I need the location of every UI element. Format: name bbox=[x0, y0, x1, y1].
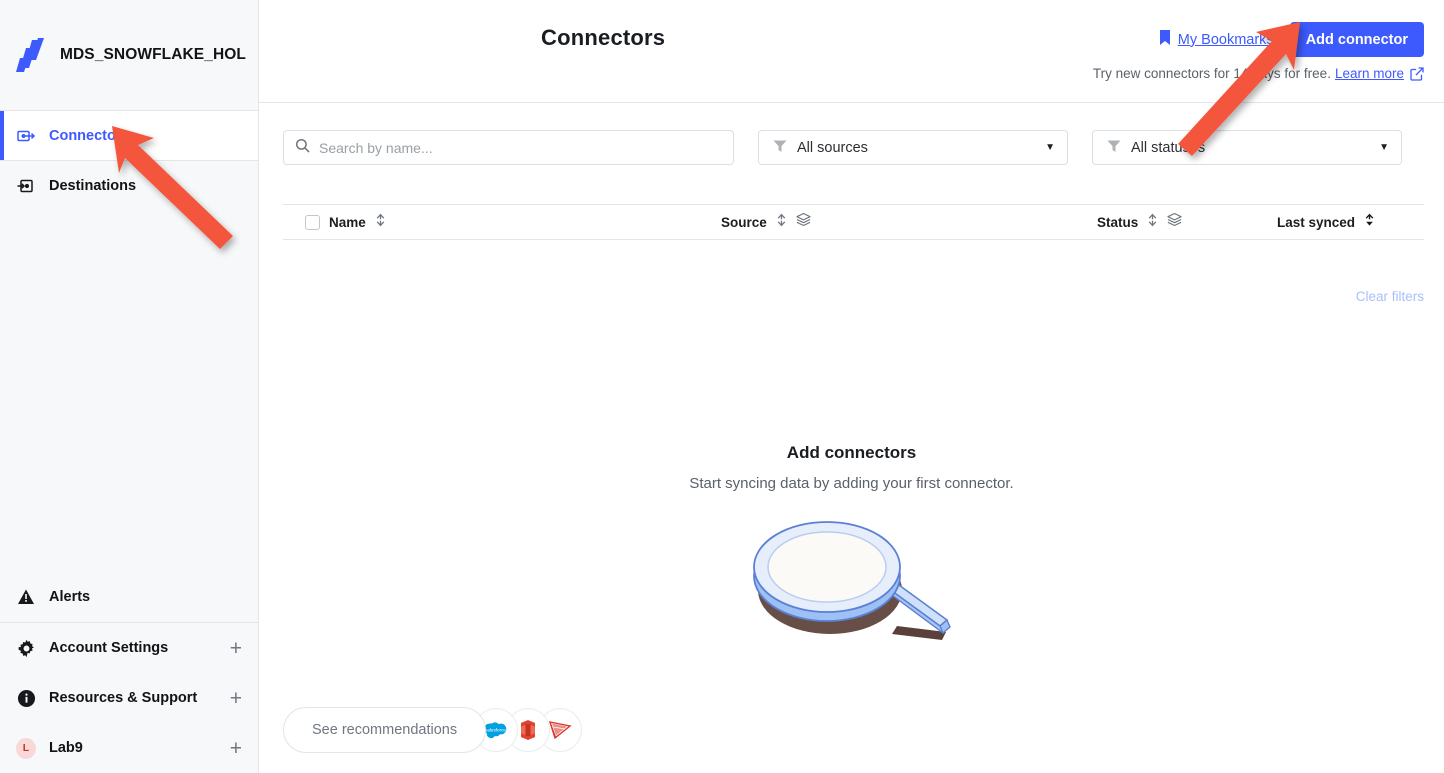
svg-text:salesforce: salesforce bbox=[485, 727, 506, 732]
sidebar-item-alerts[interactable]: Alerts bbox=[0, 572, 258, 622]
info-icon bbox=[16, 688, 36, 708]
trial-text: Try new connectors for 14 days for free. bbox=[1092, 66, 1331, 81]
column-header-source[interactable]: Source bbox=[721, 212, 811, 232]
app-root: MDS_SNOWFLAKE_HOL Connectors Destination… bbox=[0, 0, 1444, 773]
sources-filter-dropdown[interactable]: All sources ▼ bbox=[758, 130, 1068, 165]
see-recommendations-button[interactable]: See recommendations bbox=[283, 707, 487, 753]
statuses-filter-label: All statuses bbox=[1131, 139, 1206, 156]
brand-header[interactable]: MDS_SNOWFLAKE_HOL bbox=[0, 0, 258, 110]
select-all-checkbox[interactable] bbox=[305, 214, 320, 230]
statuses-filter-dropdown[interactable]: All statuses ▼ bbox=[1092, 130, 1402, 165]
filter-icon bbox=[1107, 139, 1121, 157]
add-connector-button[interactable]: Add connector bbox=[1289, 22, 1424, 57]
sidebar-item-destinations[interactable]: Destinations bbox=[0, 161, 258, 211]
search-input[interactable] bbox=[319, 139, 733, 156]
expand-plus-icon[interactable]: + bbox=[230, 638, 242, 659]
alert-triangle-icon bbox=[16, 587, 36, 607]
avatar: L bbox=[16, 737, 36, 759]
page-title: Connectors bbox=[541, 25, 666, 50]
column-header-name[interactable]: Name bbox=[305, 213, 386, 232]
sidebar-item-label: Resources & Support bbox=[49, 690, 198, 706]
connector-icon bbox=[16, 126, 36, 146]
sidebar-item-label: Connectors bbox=[49, 127, 130, 144]
external-link-icon[interactable] bbox=[1410, 66, 1424, 81]
workspace-name: MDS_SNOWFLAKE_HOL bbox=[60, 46, 246, 63]
empty-state-title: Add connectors bbox=[786, 443, 917, 462]
empty-state: Add connectors Start syncing data by add… bbox=[259, 443, 1444, 649]
sidebar-nav-secondary: Account Settings + Resources & Support +… bbox=[0, 623, 258, 773]
sidebar: MDS_SNOWFLAKE_HOL Connectors Destination… bbox=[0, 0, 259, 773]
sort-icon[interactable] bbox=[375, 213, 386, 232]
sidebar-item-account-settings[interactable]: Account Settings + bbox=[0, 623, 258, 673]
page-header: Connectors My Bookmarks Add connector Tr… bbox=[259, 0, 1444, 103]
sidebar-nav-primary: Connectors Destinations bbox=[0, 110, 258, 211]
content-body: All sources ▼ All statuses ▼ Clear filte… bbox=[259, 103, 1444, 773]
empty-state-subtitle: Start syncing data by adding your first … bbox=[689, 475, 1014, 492]
chevron-down-icon: ▼ bbox=[1045, 142, 1055, 153]
sort-icon[interactable] bbox=[776, 213, 787, 232]
column-label: Last synced bbox=[1277, 214, 1356, 230]
chevron-down-icon: ▼ bbox=[1379, 142, 1389, 153]
header-actions: My Bookmarks Add connector bbox=[1159, 22, 1424, 57]
group-by-layers-icon[interactable] bbox=[796, 212, 811, 232]
column-header-status[interactable]: Status bbox=[1097, 212, 1182, 232]
filter-bar: All sources ▼ All statuses ▼ bbox=[283, 103, 1424, 165]
clear-filters-link[interactable]: Clear filters bbox=[1356, 289, 1424, 304]
column-label: Source bbox=[721, 214, 767, 230]
column-header-last-synced[interactable]: Last synced bbox=[1277, 213, 1375, 232]
expand-plus-icon[interactable]: + bbox=[230, 688, 242, 709]
recommendations-widget: See recommendations salesforce bbox=[283, 707, 583, 753]
column-label: Name bbox=[329, 214, 366, 230]
sidebar-item-label: Alerts bbox=[49, 589, 91, 605]
sidebar-item-user-account[interactable]: L Lab9 + bbox=[0, 723, 258, 773]
expand-plus-icon[interactable]: + bbox=[230, 738, 242, 759]
column-label: Status bbox=[1097, 214, 1139, 230]
fivetran-logo-icon bbox=[16, 38, 46, 72]
group-by-layers-icon[interactable] bbox=[1167, 212, 1182, 232]
sort-icon[interactable] bbox=[1147, 213, 1158, 232]
trial-banner: Try new connectors for 14 days for free.… bbox=[1093, 66, 1424, 81]
sidebar-item-resources-support[interactable]: Resources & Support + bbox=[0, 673, 258, 723]
filter-icon bbox=[773, 139, 787, 157]
sidebar-item-label: Lab9 bbox=[49, 740, 83, 756]
connectors-table-header: Name Source Status Last synced bbox=[283, 204, 1424, 240]
sidebar-item-connectors[interactable]: Connectors bbox=[0, 111, 258, 161]
my-bookmarks-link[interactable]: My Bookmarks bbox=[1159, 30, 1274, 49]
see-recommendations-label: See recommendations bbox=[312, 722, 458, 738]
my-bookmarks-label: My Bookmarks bbox=[1177, 31, 1274, 48]
main-content: Connectors My Bookmarks Add connector Tr… bbox=[259, 0, 1444, 773]
magnifying-glass-illustration bbox=[259, 514, 1444, 649]
gear-icon bbox=[16, 638, 36, 658]
sources-filter-label: All sources bbox=[797, 139, 868, 156]
sort-icon-active[interactable] bbox=[1364, 213, 1375, 232]
sidebar-item-label: Account Settings bbox=[49, 640, 169, 656]
bookmark-icon bbox=[1159, 30, 1171, 49]
search-field[interactable] bbox=[283, 130, 734, 165]
destination-icon bbox=[16, 176, 36, 196]
search-icon bbox=[295, 138, 310, 158]
avatar-initial: L bbox=[16, 737, 36, 759]
sidebar-item-label: Destinations bbox=[49, 178, 137, 194]
learn-more-link[interactable]: Learn more bbox=[1335, 66, 1404, 81]
